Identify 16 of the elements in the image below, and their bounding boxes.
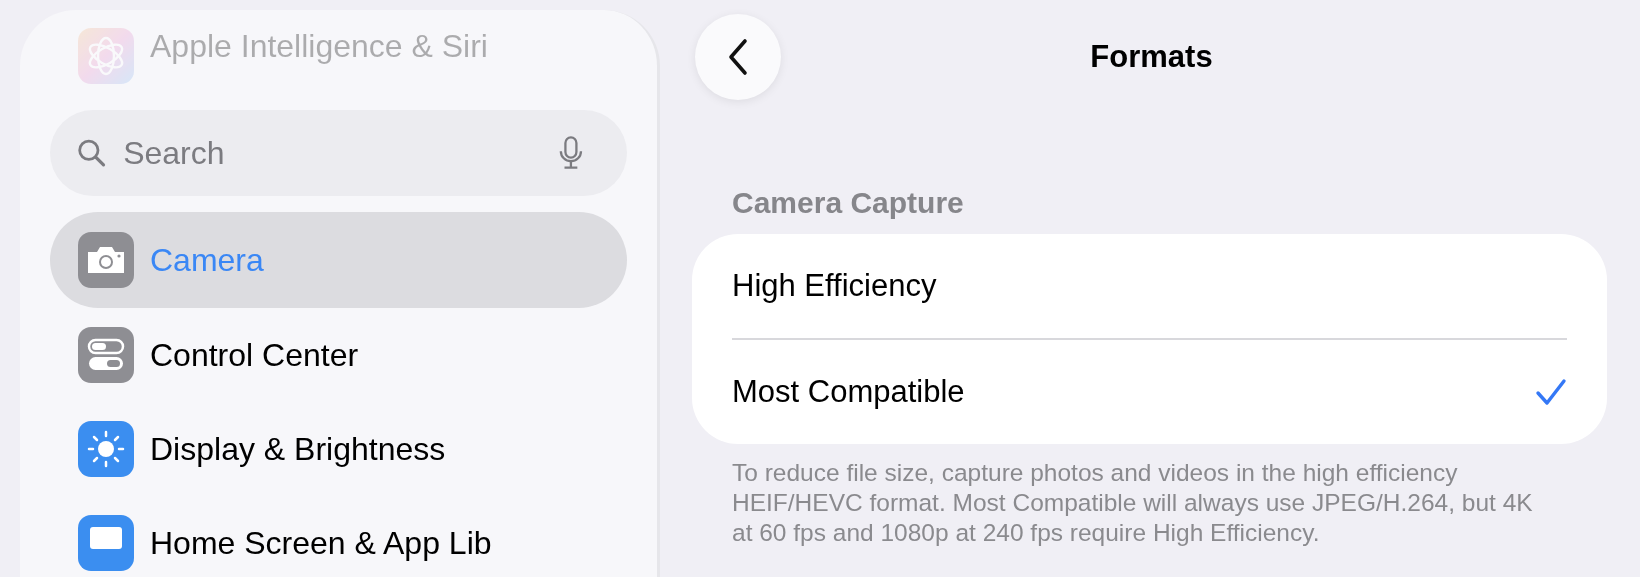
sidebar-item[interactable]: Home Screen & App Lib — [50, 496, 627, 577]
chevron-left-icon — [727, 38, 749, 76]
sidebar-item[interactable]: Display & Brightness — [50, 402, 627, 496]
sidebar-item[interactable]: Control Center — [50, 308, 627, 402]
section-header: Camera Capture — [732, 186, 965, 220]
search-input[interactable]: Search — [121, 133, 546, 173]
format-option[interactable]: High Efficiency — [732, 234, 1567, 338]
flower-icon — [78, 28, 134, 84]
search-field[interactable]: Search — [50, 110, 627, 196]
footer-note: To reduce file size, capture photos and videos in the high efficiency HEIF/HEVC format. Most Compatible will always use JPEG/H.264, but 4K at 60 fps and 1080p at 240 fps require High Efficiency. — [732, 457, 1534, 548]
sun-icon — [78, 421, 134, 477]
format-option[interactable]: Most Compatible — [732, 339, 1567, 444]
page-title: Formats — [1089, 39, 1214, 75]
camera-icon — [78, 232, 134, 288]
toggles-icon — [78, 327, 134, 383]
microphone-icon[interactable] — [559, 135, 583, 171]
